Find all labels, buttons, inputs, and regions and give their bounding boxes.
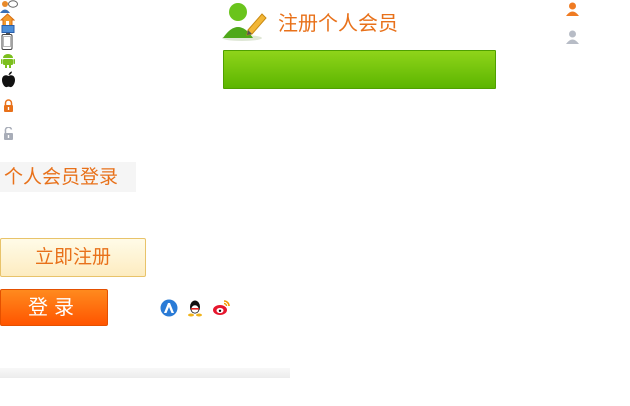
baidu-icon[interactable] xyxy=(160,299,178,317)
login-button[interactable]: 登录 xyxy=(0,289,108,326)
login-heading: 个人会员登录 xyxy=(0,162,136,192)
add-member-icon xyxy=(222,3,267,41)
register-banner[interactable] xyxy=(223,50,496,89)
phone-icon[interactable] xyxy=(1,34,13,50)
footer-divider xyxy=(0,368,290,378)
person-chat-icon xyxy=(0,0,18,13)
android-icon[interactable] xyxy=(1,52,15,68)
user-gray-icon[interactable] xyxy=(565,29,580,44)
lock-orange-icon[interactable] xyxy=(3,99,14,112)
register-title: 注册个人会员 xyxy=(278,11,398,35)
qq-icon[interactable] xyxy=(186,299,204,317)
user-orange-icon[interactable] xyxy=(565,1,580,16)
lock-gray-icon[interactable] xyxy=(3,127,14,140)
register-now-button[interactable]: 立即注册 xyxy=(0,238,146,277)
apple-icon[interactable] xyxy=(1,71,16,88)
weibo-icon[interactable] xyxy=(212,299,230,317)
